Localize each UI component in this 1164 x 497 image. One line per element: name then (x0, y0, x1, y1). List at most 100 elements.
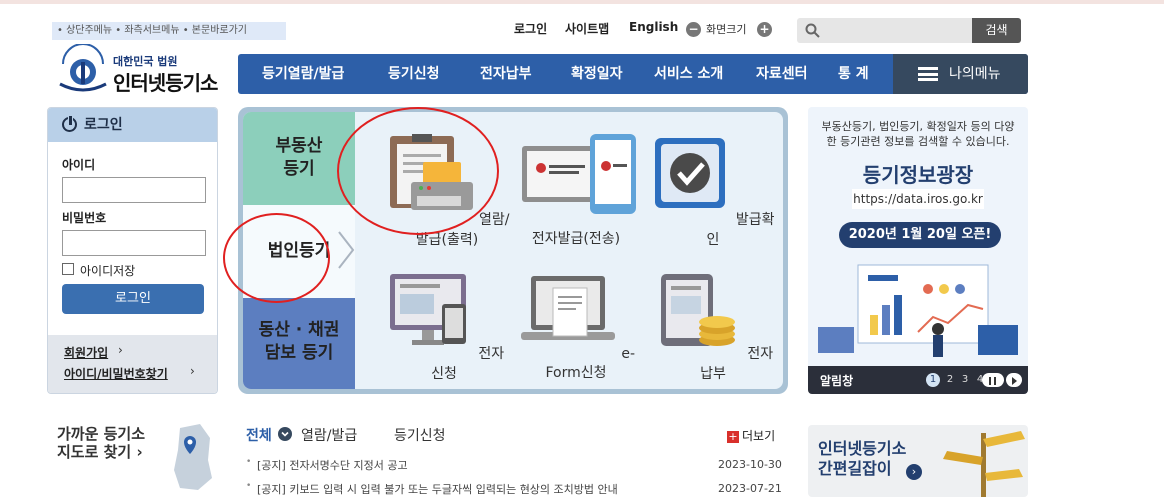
guide-line2: 간편길잡이 (818, 459, 892, 478)
login-header: 로그인 (48, 108, 217, 142)
logo-title: 인터넷등기소 (113, 71, 218, 95)
join-link[interactable]: 회원가입 (64, 344, 108, 361)
pause-icon (989, 377, 996, 385)
chevron-right-icon (338, 231, 355, 269)
zoom-label: 화면크기 (706, 23, 747, 36)
search-bar: 검색 (797, 18, 1021, 43)
service-e-application[interactable]: 전자신청 (379, 270, 509, 383)
more-label: 더보기 (742, 429, 776, 443)
my-menu-button[interactable]: 나의메뉴 (893, 54, 1028, 94)
banner-date: 2020년 1월 20일 오픈! (839, 222, 1001, 248)
news-tab-registration[interactable]: 등기신청 (394, 425, 446, 445)
service-panel: 부동산 등기 동산 · 채권 담보 등기 법인등기 열람/발급(출력) 전자발급… (223, 107, 788, 394)
play-icon (1012, 377, 1017, 385)
more-link[interactable]: + 더보기 (727, 427, 775, 444)
banner-intro: 부동산등기, 법인등기, 확정일자 등의 다양한 등기관련 정보를 검색할 수 … (808, 119, 1028, 149)
service-e-application-label: 전자신청 (431, 346, 505, 382)
password-field[interactable] (62, 230, 206, 256)
checkmark-document-icon (655, 138, 726, 208)
tab-movable-label: 동산 · 채권 담보 등기 (258, 320, 340, 363)
service-e-form[interactable]: e-Form신청 (511, 270, 641, 382)
service-e-payment[interactable]: 전자납부 (648, 270, 778, 383)
news-item-date: 2023-07-21 (718, 482, 782, 495)
nav-view-issue[interactable]: 등기열람/발급 (262, 54, 344, 94)
nearby-registry-link[interactable]: 가까운 등기소 지도로 찾기 › (57, 425, 145, 461)
skip-links[interactable]: • 상단주메뉴 • 좌측서브메뉴 • 본문바로가기 (52, 22, 286, 40)
join-arrow-icon: › (118, 343, 123, 357)
guide-line1: 인터넷등기소 (818, 439, 907, 458)
alarm-label: 알림창 (820, 374, 854, 388)
e-document-wallet-icon (522, 134, 636, 214)
korea-map-icon (174, 424, 212, 490)
news-item-title[interactable]: [공지] 전자서명수단 지정서 공고 (257, 457, 408, 473)
service-e-form-label: e-Form신청 (545, 346, 636, 381)
power-icon (62, 115, 77, 132)
signpost-icon (943, 431, 1025, 497)
hamburger-icon (918, 67, 938, 81)
coins-tablet-icon (660, 274, 735, 346)
annotation-circle (337, 107, 499, 235)
util-english-link[interactable]: English (629, 20, 678, 34)
arrow-right-icon: › (906, 464, 922, 480)
guide-title: 인터넷등기소 간편길잡이 (818, 439, 906, 479)
zoom-out-button[interactable]: − (686, 22, 701, 37)
banner-page-3[interactable]: 3 (958, 373, 972, 387)
banner-control-bar: 알림창 1 2 3 4 (808, 366, 1028, 394)
news-item-date: 2023-10-30 (718, 458, 782, 471)
login-panel: 로그인 아이디 비밀번호 아이디저장 로그인 회원가입 › 아이디/비밀번호찾기… (47, 107, 218, 394)
banner-intro-text: 부동산등기, 법인등기, 확정일자 등의 다양한 등기관련 정보를 검색할 수 … (821, 120, 1015, 148)
news-item-title[interactable]: [공지] 키보드 입력 시 입력 불가 또는 두글자씩 입력되는 현상의 조치방… (257, 481, 618, 497)
nav-e-payment[interactable]: 전자납부 (480, 54, 532, 94)
main-navigation: 등기열람/발급 등기신청 전자납부 확정일자 서비스 소개 자료센터 통 계 나… (238, 54, 1028, 94)
banner-page-2[interactable]: 2 (943, 373, 957, 387)
plus-icon: + (727, 429, 739, 443)
chevron-down-icon[interactable] (278, 427, 292, 441)
service-e-issue[interactable]: 전자발급(전송) (511, 134, 641, 248)
top-accent-line (0, 0, 1164, 4)
login-title: 로그인 (84, 117, 123, 133)
nav-fixed-date[interactable]: 확정일자 (571, 54, 623, 94)
save-id-label: 아이디저장 (80, 264, 136, 278)
annotation-circle (223, 213, 330, 303)
tab-movable-collateral[interactable]: 동산 · 채권 담보 등기 (243, 296, 355, 389)
bullet-icon: • (246, 481, 252, 491)
news-tab-all[interactable]: 전체 (246, 425, 272, 445)
pause-button[interactable] (982, 373, 1004, 387)
play-button[interactable] (1006, 373, 1022, 387)
tab-real-estate-label: 부동산 등기 (275, 136, 323, 179)
promo-banner[interactable]: 부동산등기, 법인등기, 확정일자 등의 다양한 등기관련 정보를 검색할 수 … (808, 107, 1028, 394)
password-label: 비밀번호 (62, 211, 107, 225)
banner-url: https://data.iros.go.kr (852, 189, 984, 209)
find-arrow-icon: › (190, 364, 195, 378)
service-e-issue-label: 전자발급(전송) (531, 231, 621, 247)
nearby-line2: 지도로 찾기 › (57, 443, 143, 461)
util-login-link[interactable]: 로그인 (514, 20, 547, 37)
computer-tablet-icon (389, 274, 466, 345)
service-issue-verify[interactable]: 발급확인 (648, 134, 778, 249)
zoom-in-button[interactable]: + (757, 22, 772, 37)
search-icon (805, 23, 820, 38)
bullet-icon: • (246, 457, 252, 467)
site-logo[interactable]: 대한민국 법원 인터넷등기소 (55, 44, 235, 95)
my-menu-label: 나의메뉴 (949, 66, 1001, 82)
search-button[interactable]: 검색 (972, 18, 1021, 43)
save-id-checkbox[interactable] (62, 263, 74, 275)
data-dashboard-illustration (818, 264, 1018, 357)
login-button[interactable]: 로그인 (62, 284, 204, 314)
banner-page-1[interactable]: 1 (926, 373, 940, 387)
quick-guide-banner[interactable]: 인터넷등기소 간편길잡이 › (808, 425, 1028, 497)
service-issue-verify-label: 발급확인 (706, 212, 775, 248)
nav-service-intro[interactable]: 서비스 소개 (654, 54, 723, 94)
nearby-line1: 가까운 등기소 (57, 425, 146, 443)
nav-data-center[interactable]: 자료센터 (756, 54, 808, 94)
util-sitemap-link[interactable]: 사이트맵 (565, 20, 609, 37)
find-account-link[interactable]: 아이디/비밀번호찾기 (64, 365, 168, 382)
service-e-payment-label: 전자납부 (700, 346, 774, 382)
nav-registration[interactable]: 등기신청 (388, 54, 440, 94)
e-form-laptop-icon (520, 276, 615, 340)
id-field[interactable] (62, 177, 206, 203)
nav-statistics[interactable]: 통 계 (838, 54, 869, 94)
news-tab-view-issue[interactable]: 열람/발급 (301, 425, 357, 445)
search-input[interactable] (825, 20, 965, 41)
login-footer: 회원가입 › 아이디/비밀번호찾기 › (48, 335, 217, 393)
